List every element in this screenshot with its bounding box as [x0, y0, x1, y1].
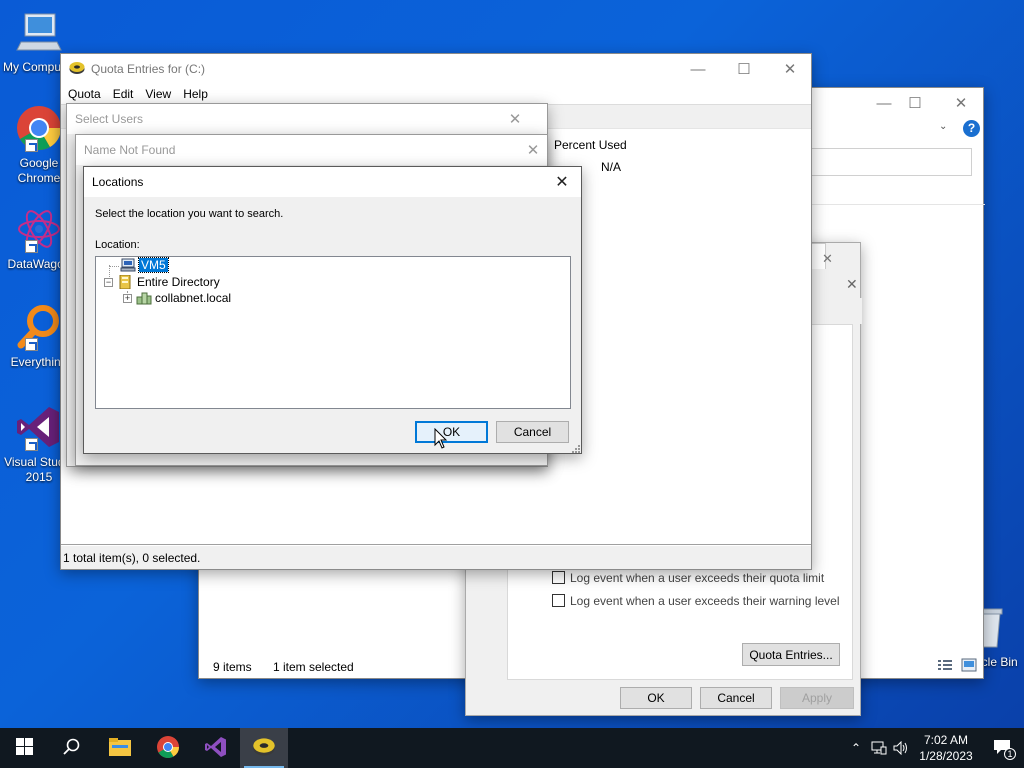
mouse-cursor-icon	[434, 427, 448, 450]
clock-date: 1/28/2023	[919, 749, 973, 763]
checkbox-icon	[552, 594, 565, 607]
properties-ok-button[interactable]: OK	[620, 687, 692, 709]
menu-help[interactable]: Help	[177, 87, 214, 101]
tree-node-vm5[interactable]: VM5	[120, 257, 169, 273]
domain-icon	[136, 291, 152, 305]
checkbox-icon	[552, 571, 565, 584]
locations-close-button[interactable]: ✕	[543, 167, 581, 197]
quota-menubar: Quota Edit View Help	[61, 84, 811, 104]
log-warning-level-label: Log event when a user exceeds their warn…	[570, 594, 840, 608]
volume-icon[interactable]	[890, 741, 912, 755]
shortcut-arrow-icon	[25, 438, 38, 451]
locations-cancel-button[interactable]: Cancel	[496, 421, 569, 443]
taskbar: ⌃ 7:02 AM 1/28/2023 1	[0, 728, 1024, 768]
properties-apply-button: Apply	[780, 687, 854, 709]
tree-line	[109, 266, 119, 267]
everything-icon	[15, 303, 63, 351]
explorer-status-items: 9 items	[213, 660, 252, 674]
locations-instruction: Select the location you want to search.	[95, 208, 284, 220]
tree-node-label: Entire Directory	[137, 275, 220, 289]
clock-time: 7:02 AM	[923, 733, 969, 747]
quota-app-icon	[251, 737, 277, 760]
search-icon	[63, 738, 81, 759]
computer-icon	[15, 8, 63, 56]
menu-quota[interactable]: Quota	[62, 87, 107, 101]
details-view-icon[interactable]	[937, 658, 953, 672]
help-icon[interactable]: ?	[963, 120, 980, 137]
quota-close-button[interactable]: ✕	[767, 54, 813, 84]
tree-node-collabnet-local[interactable]: + collabnet.local	[123, 291, 231, 305]
taskbar-file-explorer[interactable]	[96, 728, 144, 768]
location-tree[interactable]: VM5 − Entire Directory + collabnet.local	[95, 256, 571, 409]
column-header-percent-used[interactable]: Percent Used	[554, 138, 627, 152]
action-center-button[interactable]: 1	[980, 739, 1024, 760]
file-explorer-icon	[108, 737, 132, 760]
log-quota-limit-checkbox[interactable]: Log event when a user exceeds their quot…	[552, 571, 824, 585]
quota-entries-button[interactable]: Quota Entries...	[742, 643, 840, 666]
expand-icon[interactable]: +	[123, 293, 132, 303]
locations-dialog: Locations ✕ Select the location you want…	[83, 166, 582, 454]
select-users-close-button[interactable]: ✕	[492, 104, 538, 134]
tree-node-entire-directory[interactable]: − Entire Directory	[104, 274, 220, 290]
resize-grip-icon[interactable]	[569, 442, 581, 454]
visual-studio-icon	[204, 735, 228, 762]
log-quota-limit-label: Log event when a user exceeds their quot…	[570, 571, 825, 585]
explorer-close-button[interactable]: ✕	[938, 88, 984, 118]
explorer-maximize-button[interactable]: ☐	[892, 88, 938, 118]
properties-close-icon[interactable]: ✕	[846, 276, 858, 293]
taskbar-search-button[interactable]	[48, 728, 96, 768]
quota-minimize-button[interactable]: —	[675, 54, 721, 84]
collapse-icon[interactable]: −	[104, 277, 113, 287]
taskbar-visual-studio[interactable]	[192, 728, 240, 768]
locations-title: Locations	[92, 175, 144, 189]
select-users-titlebar: Select Users	[67, 104, 547, 134]
network-icon[interactable]	[868, 741, 890, 755]
log-warning-level-checkbox[interactable]: Log event when a user exceeds their warn…	[552, 594, 840, 608]
quota-maximize-button[interactable]: ☐	[721, 54, 767, 84]
shortcut-arrow-icon	[25, 139, 38, 152]
directory-icon	[117, 274, 133, 290]
clock[interactable]: 7:02 AM 1/28/2023	[912, 732, 980, 764]
taskbar-chrome[interactable]	[144, 728, 192, 768]
computer-icon	[120, 258, 136, 272]
properties-cancel-button[interactable]: Cancel	[700, 687, 772, 709]
chrome-icon	[15, 104, 63, 152]
locations-ok-button[interactable]: OK	[415, 421, 488, 443]
name-not-found-close-button[interactable]: ✕	[510, 135, 556, 165]
menu-view[interactable]: View	[139, 87, 177, 101]
start-button[interactable]	[0, 728, 48, 768]
explorer-search-box[interactable]	[811, 148, 972, 176]
locations-titlebar: Locations	[84, 167, 581, 197]
large-icons-view-icon[interactable]	[961, 658, 977, 672]
chevron-down-icon[interactable]: ⌄	[939, 121, 947, 132]
explorer-status-selected: 1 item selected	[273, 660, 354, 674]
system-tray: ⌃ 7:02 AM 1/28/2023 1	[844, 728, 1024, 768]
chevron-up-icon[interactable]: ⌃	[844, 741, 868, 755]
name-not-found-titlebar: Name Not Found	[76, 135, 547, 165]
start-icon	[15, 738, 33, 758]
shortcut-arrow-icon	[25, 240, 38, 253]
percent-used-value: N/A	[601, 160, 622, 174]
quota-app-icon	[69, 61, 85, 78]
shortcut-arrow-icon	[25, 338, 38, 351]
taskbar-quota-app[interactable]	[240, 728, 288, 768]
quota-entries-title: Quota Entries for (C:)	[91, 62, 206, 76]
location-label: Location:	[95, 239, 140, 251]
tree-node-label: collabnet.local	[155, 291, 232, 305]
datawagon-icon	[15, 205, 63, 253]
properties-tab-close-icon[interactable]: ✕	[822, 251, 833, 267]
notification-count-badge: 1	[1004, 747, 1016, 760]
chrome-icon	[156, 735, 180, 762]
quota-status-bar: 1 total item(s), 0 selected.	[61, 546, 811, 569]
menu-edit[interactable]: Edit	[107, 87, 140, 101]
tree-node-label: VM5	[138, 257, 169, 273]
visual-studio-icon	[15, 403, 63, 451]
select-users-title: Select Users	[75, 112, 144, 126]
name-not-found-title: Name Not Found	[84, 143, 176, 157]
